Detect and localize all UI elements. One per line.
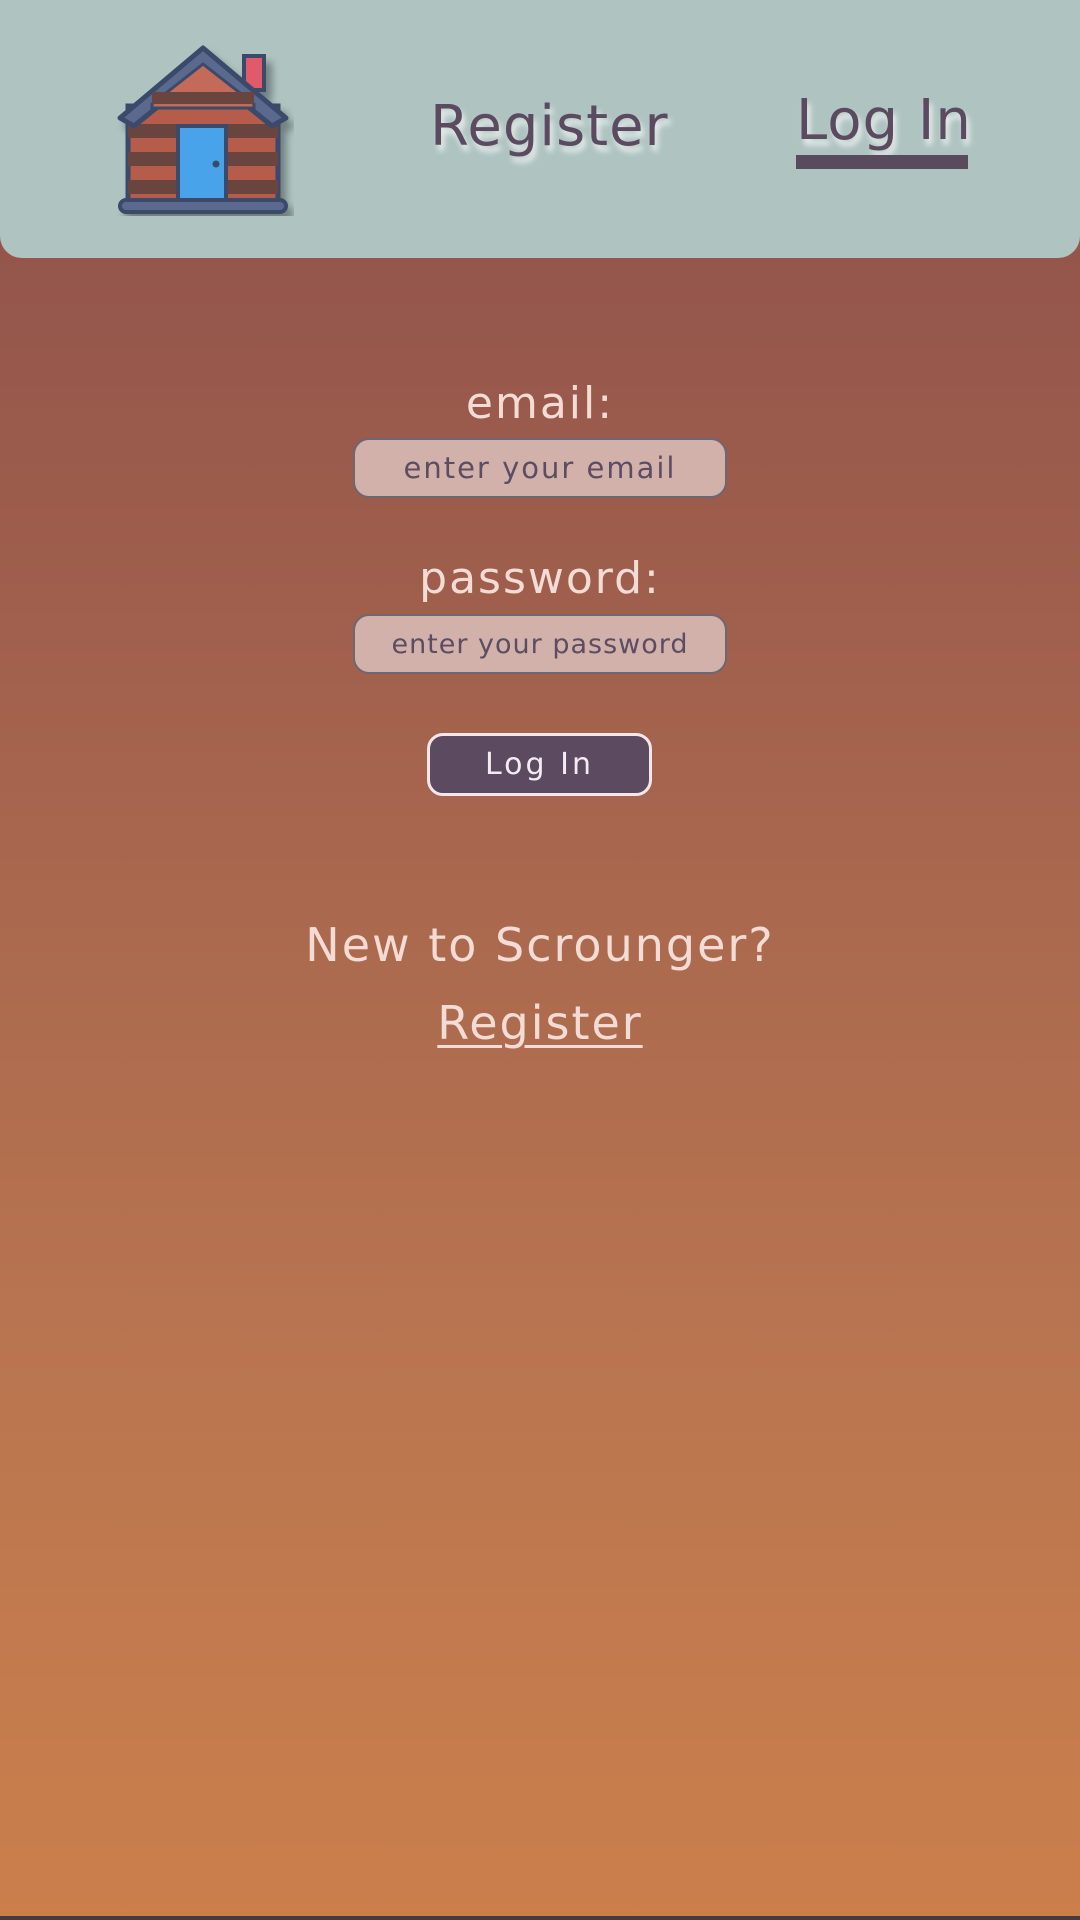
password-label: password: (419, 553, 661, 604)
new-user-prompt: New to Scrounger? (305, 918, 775, 972)
email-input[interactable] (353, 438, 727, 498)
app-header: Register Log In (0, 0, 1080, 258)
register-link-wrapper: Register (0, 996, 1080, 1050)
nav-register-link[interactable]: Register (430, 94, 669, 159)
email-label: email: (465, 378, 615, 429)
nav-login-link[interactable]: Log In (796, 88, 972, 153)
bottom-divider (0, 1916, 1080, 1920)
register-link[interactable]: Register (437, 996, 642, 1050)
active-nav-indicator (796, 155, 968, 169)
log-cabin-icon[interactable] (112, 26, 294, 216)
login-button[interactable]: Log In (427, 733, 652, 796)
password-input[interactable] (353, 614, 727, 674)
